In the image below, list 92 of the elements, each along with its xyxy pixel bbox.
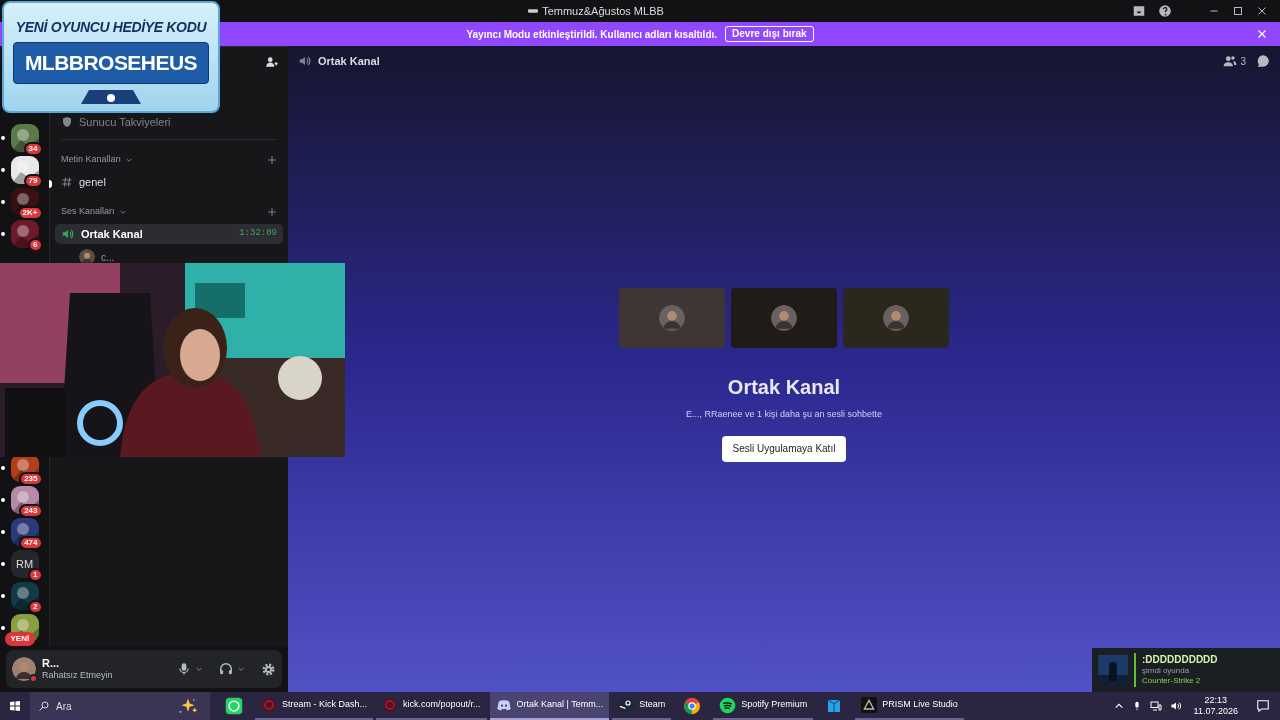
promo-heading: YENİ OYUNCU HEDİYE KODU [15, 18, 207, 37]
search-bar[interactable]: Ara [30, 692, 210, 720]
circle-logo-icon [261, 697, 277, 713]
add-channel-button[interactable] [267, 155, 277, 165]
headphones-icon [219, 662, 233, 676]
server-icon[interactable] [10, 188, 39, 216]
shield-icon [61, 116, 73, 128]
windows-logo-icon [9, 700, 21, 712]
add-channel-button[interactable] [267, 207, 277, 217]
inbox-icon [1132, 4, 1146, 18]
close-icon [1256, 5, 1268, 17]
network-icon [1149, 700, 1162, 712]
headphones-button[interactable] [219, 662, 233, 676]
plus-icon [267, 155, 277, 165]
chevron-down-icon [195, 665, 203, 673]
channel-item[interactable]: genel [55, 172, 283, 192]
mention-count: 474 [19, 536, 43, 550]
taskbar-app[interactable]: Steam [612, 692, 672, 720]
people-icon [1223, 54, 1238, 68]
help-icon [1158, 4, 1172, 18]
avatar [771, 305, 797, 331]
user-status: Rahatsız Etmeyin [42, 670, 113, 682]
microphone-icon [177, 662, 191, 676]
triangle-logo-icon [861, 697, 878, 713]
notification-icon [1256, 699, 1270, 713]
mention-count: 235 [19, 472, 43, 486]
friend-name: :DDDDDDDDDD [1142, 653, 1218, 667]
category-header[interactable]: Metin Kanalları [61, 153, 122, 167]
voice-channel-subtitle: E..., RRaenee ve 1 kişi daha şu an sesli sohbette [685, 408, 883, 421]
add-person-icon [265, 55, 279, 69]
avatar [659, 305, 685, 331]
channel-item[interactable]: Ortak Kanal 1:32:09 [55, 224, 283, 244]
logo-icon [81, 90, 141, 104]
avatar [883, 305, 909, 331]
plus-icon [267, 207, 277, 217]
speaker-icon [298, 54, 312, 68]
search-field[interactable]: Ara [56, 698, 146, 714]
chevron-down-icon [118, 208, 127, 216]
search-icon [38, 700, 50, 712]
do-not-disturb-icon [29, 674, 38, 683]
chevron-up-icon [1113, 701, 1124, 711]
avatar [12, 657, 36, 681]
member-list-button[interactable]: 3 [1223, 53, 1246, 69]
microphone-button[interactable] [177, 662, 191, 676]
speaker-icon [61, 227, 75, 241]
join-voice-button[interactable]: Sesli Uygulamaya Katıl [721, 435, 847, 462]
volume-icon [1169, 700, 1182, 712]
chevron-down-icon [125, 156, 134, 164]
voice-channel-title: Ortak Kanal [727, 375, 841, 400]
help-button[interactable] [1158, 4, 1172, 18]
mention-count: 79 [23, 174, 43, 188]
circle-logo-icon [382, 697, 399, 713]
taskbar-app[interactable]: Ortak Kanal | Temm... [489, 692, 610, 720]
gift-code: MLBBROSEHEUS [13, 42, 209, 84]
mention-count: 243 [19, 504, 43, 518]
mention-count: 2K+ [17, 206, 43, 220]
browser-icon [683, 697, 702, 715]
banner-message: Yayıncı Modu etkinleştirildi. Kullanıcı adları kısaltıldı. [466, 27, 718, 42]
disable-button[interactable]: Devre dışı bırak [725, 26, 814, 42]
server-icon[interactable] [10, 486, 39, 514]
friend-status: şimdi oyunda [1142, 666, 1191, 677]
game-name: Counter-Strike 2 [1142, 676, 1202, 687]
taskbar-app[interactable]: PRISM Live Studio [855, 692, 964, 720]
clock-date[interactable]: 11.07.2026 [1193, 706, 1238, 718]
chevron-down-icon [237, 665, 245, 673]
server-icon[interactable] [10, 156, 39, 184]
server-icon[interactable] [10, 124, 39, 152]
channel-title: Ortak Kanal [318, 53, 380, 69]
close-icon [1256, 28, 1268, 40]
username: R... [42, 656, 61, 671]
hash-icon [61, 176, 73, 188]
inbox-button[interactable] [1132, 4, 1146, 18]
mention-count: 34 [23, 142, 43, 156]
music-icon [719, 696, 737, 714]
taskbar-app[interactable]: Spotify Premium [713, 692, 814, 720]
maximize-icon [1232, 5, 1244, 17]
clock-time[interactable]: 22:13 [1204, 694, 1228, 706]
mention-count: 2 [28, 600, 43, 614]
settings-icon [261, 661, 276, 677]
server-boost-item[interactable]: Sunucu Takviyeleri [79, 113, 171, 131]
mention-count: 6 [28, 238, 43, 252]
game-controller-icon [495, 697, 512, 713]
window-title: Temmuz&Ağustos MLBB [542, 3, 664, 19]
new-label: YENİ [4, 632, 36, 646]
call-timer: 1:32:09 [239, 227, 277, 241]
mention-count: 1 [28, 568, 43, 582]
close-button[interactable] [1256, 28, 1268, 40]
category-header[interactable]: Ses Kanalları [61, 205, 115, 219]
taskbar-app[interactable]: kick.com/popout/r... [376, 692, 487, 720]
settings-button[interactable] [261, 661, 276, 677]
taskbar-app[interactable]: Stream - Kick Dash... [255, 692, 374, 720]
member-name: c... [101, 250, 115, 265]
